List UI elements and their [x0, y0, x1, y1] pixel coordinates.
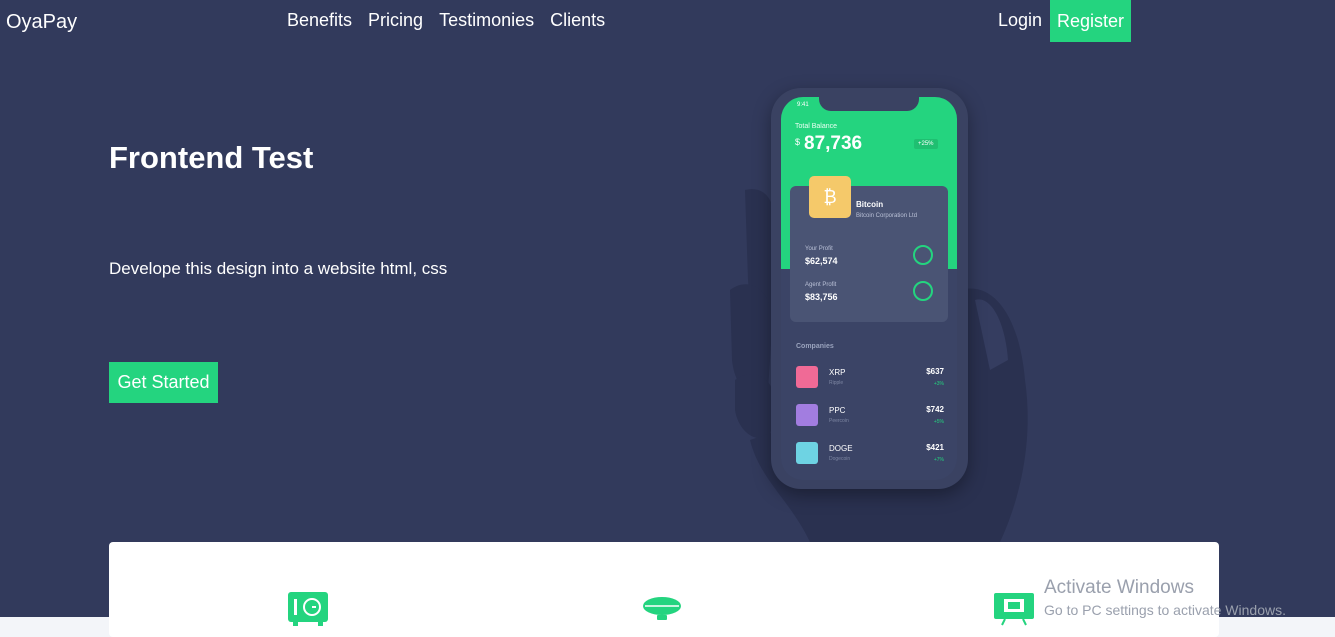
cocktail-icon [796, 366, 818, 388]
currency-symbol: $ [795, 137, 801, 147]
company-change: +5% [933, 419, 944, 425]
activate-windows-subtitle: Go to PC settings to activate Windows. [1044, 602, 1286, 618]
company-value: $421 [926, 443, 944, 452]
agent-profit-value: $83,756 [805, 292, 838, 302]
bathtub-icon [796, 442, 818, 464]
hero-subtitle: Develope this design into a website html… [109, 259, 448, 278]
nav-link-benefits[interactable]: Benefits [287, 10, 352, 31]
balance-value: 87,736 [804, 133, 863, 154]
company-name: XRP [829, 368, 846, 377]
building-icon [796, 404, 818, 426]
your-profit-label: Your Profit [805, 246, 833, 252]
coin-corp: Bitcoin Corporation Ltd [856, 213, 918, 219]
balance-change-badge: +25% [914, 139, 938, 149]
get-started-button[interactable]: Get Started [109, 362, 218, 403]
company-sub: Peercoin [829, 418, 849, 424]
company-value: $637 [926, 367, 944, 376]
login-link[interactable]: Login [998, 10, 1042, 31]
company-change: +7% [933, 457, 944, 463]
company-value: $742 [926, 405, 944, 414]
hero-title: Frontend Test [109, 140, 314, 175]
bitcoin-icon: ₿ [809, 176, 851, 218]
airship-icon [643, 597, 681, 620]
brand-logo[interactable]: OyaPay [6, 11, 77, 34]
phone-time: 9:41 [797, 102, 809, 108]
register-button[interactable]: Register [1050, 0, 1131, 42]
company-sub: Dogecoin [829, 456, 851, 462]
safe-icon [288, 592, 328, 626]
company-row[interactable]: DOGE Dogecoin $421 +7% [796, 442, 944, 466]
company-sub: Ripple [829, 380, 844, 386]
monitor-icon [994, 593, 1034, 626]
nav-link-testimonies[interactable]: Testimonies [439, 10, 534, 31]
balance-label: Total Balance [795, 123, 838, 130]
nav-link-clients[interactable]: Clients [550, 10, 605, 31]
activate-windows-title: Activate Windows [1044, 577, 1194, 598]
nav-link-pricing[interactable]: Pricing [368, 10, 423, 31]
progress-ring-icon [913, 245, 933, 265]
phone-notch [819, 97, 919, 111]
phone-mockup: 9:41 Total Balance $ 87,736 +25% ₿ Bitco… [771, 88, 968, 489]
company-name: DOGE [829, 444, 853, 453]
main-nav: Benefits Pricing Testimonies Clients [287, 10, 605, 31]
companies-heading: Companies [796, 343, 834, 350]
company-row[interactable]: XRP Ripple $637 +3% [796, 366, 944, 390]
hero-section: OyaPay Benefits Pricing Testimonies Clie… [0, 0, 1335, 617]
phone-screen: 9:41 Total Balance $ 87,736 +25% ₿ Bitco… [781, 97, 957, 480]
company-change: +3% [933, 381, 944, 387]
progress-ring-icon [913, 281, 933, 301]
company-row[interactable]: PPC Peercoin $742 +5% [796, 404, 944, 428]
your-profit-value: $62,574 [805, 256, 838, 266]
coin-name: Bitcoin [856, 200, 884, 209]
company-name: PPC [829, 406, 846, 415]
agent-profit-label: Agent Profit [805, 282, 837, 288]
